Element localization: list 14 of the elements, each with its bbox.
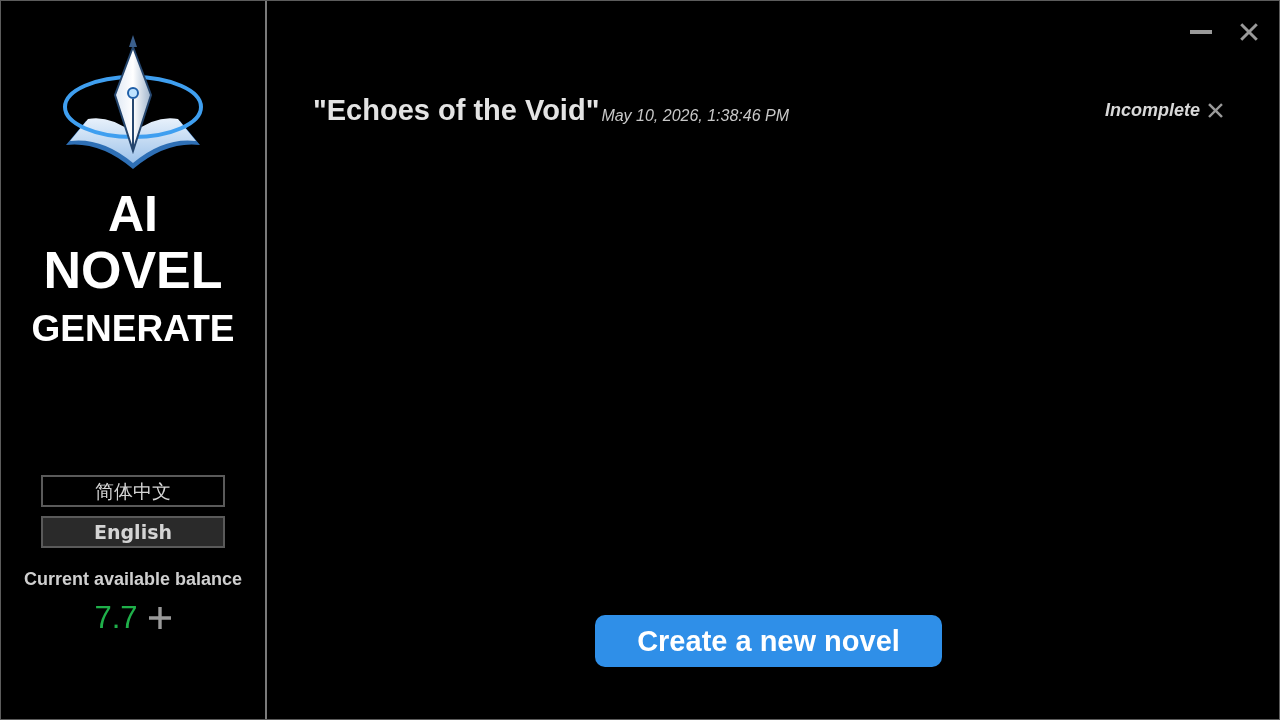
balance-label: Current available balance (23, 568, 243, 591)
balance-amount: 7.7 (94, 599, 138, 637)
app-title: NOVEL (43, 241, 223, 299)
delete-icon[interactable] (1208, 102, 1223, 118)
add-balance-icon[interactable] (147, 606, 172, 631)
minimize-icon[interactable] (1190, 29, 1212, 34)
novel-status: Incomplete (1104, 98, 1200, 122)
novel-date: May 10, 2026, 1:38:46 PM (601, 106, 790, 126)
language-option[interactable]: 简体中文 (41, 475, 225, 507)
novel-title[interactable]: "Echoes of the Void" (313, 93, 600, 127)
language-option[interactable]: English (41, 516, 225, 548)
close-icon[interactable] (1240, 22, 1258, 41)
app-title: AI (108, 187, 158, 241)
app-title: GENERATE (31, 307, 235, 351)
